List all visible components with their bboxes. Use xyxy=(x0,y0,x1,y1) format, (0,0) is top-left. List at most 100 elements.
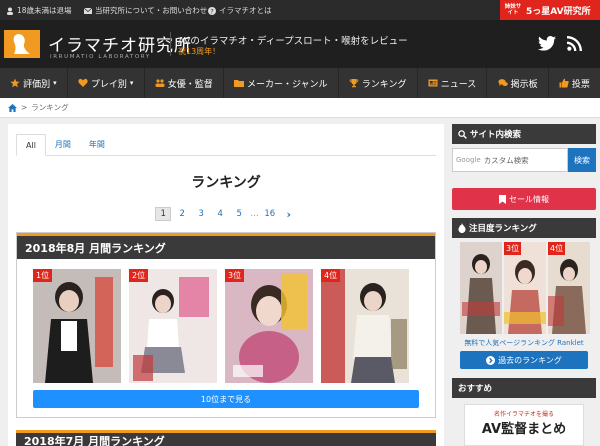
banner-subtitle: 名作イラマチオを撮る xyxy=(493,411,554,418)
cover-image xyxy=(225,269,313,383)
svg-text:?: ? xyxy=(210,7,213,15)
page-link[interactable]: 4 xyxy=(212,207,228,221)
ranking-block: 2018年8月 月間ランキング 1位 2位 3位 4位 10位まで見る xyxy=(16,232,436,418)
ranklet-link[interactable]: 無料で人気ページランキング Ranklet xyxy=(452,338,596,348)
recommend-title: おすすめ xyxy=(452,378,596,398)
chevron-down-icon: ▾ xyxy=(53,79,57,87)
about-link[interactable]: 当研究所について・お問い合わせ xyxy=(84,5,207,16)
rank-badge: 4位 xyxy=(548,242,566,255)
ranking-block-title: 2018年8月 月間ランキング xyxy=(17,233,435,259)
ranking-item[interactable]: 2位 xyxy=(129,269,217,383)
cover-image xyxy=(33,269,121,383)
nav-item-news[interactable]: ニュース xyxy=(418,68,488,98)
rank-badge: 4位 xyxy=(321,269,341,282)
breadcrumb: > ランキング xyxy=(0,98,600,118)
rank-badge: 3位 xyxy=(504,242,522,255)
folder-icon xyxy=(233,80,244,87)
cover-image xyxy=(548,242,590,334)
logo-icon[interactable] xyxy=(4,30,40,58)
search-placeholder: カスタム検索 xyxy=(483,155,529,165)
page-last[interactable]: 16 xyxy=(262,207,278,221)
page-ellipsis: … xyxy=(250,209,259,219)
what-is-link[interactable]: ? イラマチオとは xyxy=(208,5,272,16)
main-nav: 評価別 ▾ プレイ別 ▾ 女優・監督 メーカー・ジャンル ランキング ニュース … xyxy=(0,68,600,98)
search-input[interactable]: Google カスタム検索 xyxy=(452,148,568,172)
home-icon[interactable] xyxy=(8,103,17,112)
rank-badge: 3位 xyxy=(225,269,245,282)
arrow-circle-right-icon xyxy=(486,355,496,365)
age-warning-link[interactable]: 18歳未満は退場 xyxy=(6,5,72,16)
logo-subtitle: IRRUMATIO LABORATORY xyxy=(50,54,151,60)
sidebar: サイト内検索 Google カスタム検索 検索 セール情報 注目度ランキング 3… xyxy=(452,124,596,446)
breadcrumb-current: ランキング xyxy=(31,103,69,112)
google-label: Google xyxy=(456,156,481,164)
cover-image xyxy=(129,269,217,383)
page-current: 1 xyxy=(155,207,172,221)
nav-item-board[interactable]: 掲示板 xyxy=(487,68,549,98)
cover-image xyxy=(504,242,546,334)
site-tagline: AVのイラマチオ・ディープスロート・喉射をレビュー xyxy=(178,36,408,47)
hot-ranking-covers: 3位 4位 xyxy=(460,242,590,334)
cover-image xyxy=(321,269,409,383)
page-link[interactable]: 3 xyxy=(193,207,209,221)
show-top10-button[interactable]: 10位まで見る xyxy=(33,390,419,408)
page-link[interactable]: 2 xyxy=(174,207,190,221)
trophy-icon xyxy=(349,79,359,88)
ranking-covers: 1位 2位 3位 4位 xyxy=(33,269,409,383)
person-icon xyxy=(7,7,13,15)
page-next[interactable]: › xyxy=(281,207,297,221)
hot-ranking-item[interactable]: 3位 xyxy=(504,242,546,334)
past-ranking-button[interactable]: 過去のランキング xyxy=(460,351,588,369)
twitter-icon[interactable] xyxy=(538,36,556,51)
director-banner[interactable]: 名作イラマチオを撮る AV監督まとめ xyxy=(464,404,584,446)
banner-title: AV監督まとめ xyxy=(481,422,567,437)
heart-icon xyxy=(78,78,88,87)
sister-site-banner[interactable]: 姉妹サイト 5っ星AV研究所 xyxy=(500,0,600,20)
fire-icon xyxy=(458,223,466,233)
sale-info-button[interactable]: セール情報 xyxy=(452,188,596,210)
question-icon: ? xyxy=(208,6,216,15)
site-search: Google カスタム検索 検索 xyxy=(452,148,596,172)
rank-badge: 1位 xyxy=(33,269,53,282)
mail-icon xyxy=(84,7,92,14)
nav-item-actress[interactable]: 女優・監督 xyxy=(145,68,224,98)
cover-image xyxy=(460,242,502,334)
anniversary-note: 祝13周年！ xyxy=(178,47,221,56)
rss-icon[interactable] xyxy=(567,36,582,51)
tab-all[interactable]: All xyxy=(16,134,46,156)
comments-icon xyxy=(497,79,508,86)
breadcrumb-separator: > xyxy=(21,103,28,112)
rank-badge: 2位 xyxy=(129,269,149,282)
ranking-item[interactable]: 1位 xyxy=(33,269,121,383)
nav-item-maker[interactable]: メーカー・ジャンル xyxy=(224,68,339,98)
nav-item-ranking[interactable]: ランキング xyxy=(339,68,418,98)
ranking-item[interactable]: 3位 xyxy=(225,269,313,383)
site-header: イラマチオ研究所 IRRUMATIO LABORATORY AVのイラマチオ・デ… xyxy=(0,20,600,68)
star-icon xyxy=(10,78,20,88)
pagination: 1 2 3 4 5 … 16 › xyxy=(8,207,444,221)
search-section-title: サイト内検索 xyxy=(452,124,596,144)
page-title: ランキング xyxy=(191,175,261,191)
newspaper-icon xyxy=(428,79,438,87)
nav-item-rating[interactable]: 評価別 ▾ xyxy=(0,68,68,98)
tab-yearly[interactable]: 年間 xyxy=(80,134,114,155)
hot-ranking-item[interactable] xyxy=(460,242,502,334)
main-content: All 月間 年間 ランキング 1 2 3 4 5 … 16 › 2018年8月… xyxy=(8,124,444,446)
period-tabs: All 月間 年間 xyxy=(16,134,436,156)
nav-item-vote[interactable]: 投票 xyxy=(549,68,600,98)
users-icon xyxy=(155,79,165,87)
nav-item-play[interactable]: プレイ別 ▾ xyxy=(68,68,145,98)
header-divider xyxy=(170,32,171,56)
thumbs-up-icon xyxy=(559,78,569,88)
page-link[interactable]: 5 xyxy=(231,207,247,221)
tab-monthly[interactable]: 月間 xyxy=(46,134,80,155)
ranking-block-title: 2018年7月 月間ランキング xyxy=(16,430,436,446)
bookmark-icon xyxy=(499,194,506,204)
ranking-item[interactable]: 4位 xyxy=(321,269,409,383)
search-icon xyxy=(458,129,467,139)
search-button[interactable]: 検索 xyxy=(568,148,596,172)
hot-ranking-item[interactable]: 4位 xyxy=(548,242,590,334)
hot-ranking-title: 注目度ランキング xyxy=(452,218,596,238)
top-bar: 18歳未満は退場 当研究所について・お問い合わせ ? イラマチオとは 姉妹サイト… xyxy=(0,0,600,20)
chevron-down-icon: ▾ xyxy=(129,79,134,87)
